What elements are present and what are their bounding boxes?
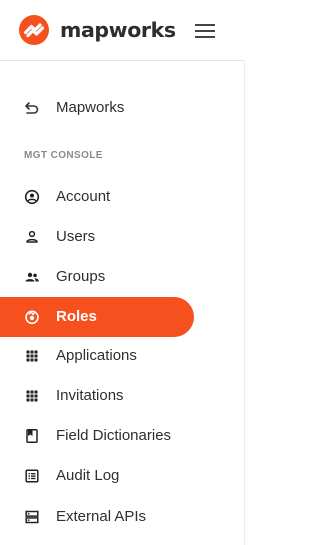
back-to-mapworks-link[interactable]: Mapworks (0, 88, 194, 128)
brand-name: mapworks (60, 18, 176, 42)
nav-item-external-apis[interactable]: External APIs (0, 497, 194, 537)
mapworks-logo-icon (19, 15, 49, 45)
sidebar-header: mapworks (0, 0, 245, 61)
user-icon (24, 229, 40, 245)
nav-item-label: Audit Log (56, 467, 120, 484)
nav-item-users[interactable]: Users (0, 217, 194, 257)
nav-item-label: External APIs (56, 508, 147, 525)
nav-item-field-dictionaries[interactable]: Field Dictionaries (0, 416, 194, 456)
back-arrow-icon (24, 100, 40, 116)
nav-item-audit-log[interactable]: Audit Log (0, 456, 194, 496)
apps-grid-icon (24, 348, 40, 364)
storage-icon (24, 509, 40, 525)
nav-item-label: Applications (56, 347, 137, 364)
nav-item-invitations[interactable]: Invitations (0, 376, 194, 416)
account-circle-icon (24, 189, 40, 205)
bookmark-book-icon (24, 428, 40, 444)
nav-item-label: Users (56, 228, 96, 245)
sidebar: mapworks Mapworks MGT CONSOLE Account Us… (0, 0, 245, 545)
nav-item-label: Groups (56, 268, 106, 285)
list-log-icon (24, 468, 40, 484)
nav-item-label: Invitations (56, 387, 124, 404)
group-icon (24, 269, 40, 285)
nav-item-label: Roles (56, 308, 97, 325)
nav-item-applications[interactable]: Applications (0, 336, 194, 376)
apps-grid-icon (24, 388, 40, 404)
section-label-mgt-console: MGT CONSOLE (24, 150, 103, 161)
hamburger-menu-icon (195, 24, 215, 38)
hamburger-menu-button[interactable] (193, 21, 217, 41)
nav-item-label: Account (56, 188, 111, 205)
nav-item-label: Field Dictionaries (56, 427, 172, 444)
nav-item-roles[interactable]: Roles (0, 297, 194, 337)
nav-item-groups[interactable]: Groups (0, 257, 194, 297)
roles-icon (24, 309, 40, 325)
back-link-label: Mapworks (56, 99, 125, 116)
brand-logo[interactable]: mapworks (19, 15, 176, 45)
nav-item-account[interactable]: Account (0, 177, 194, 217)
